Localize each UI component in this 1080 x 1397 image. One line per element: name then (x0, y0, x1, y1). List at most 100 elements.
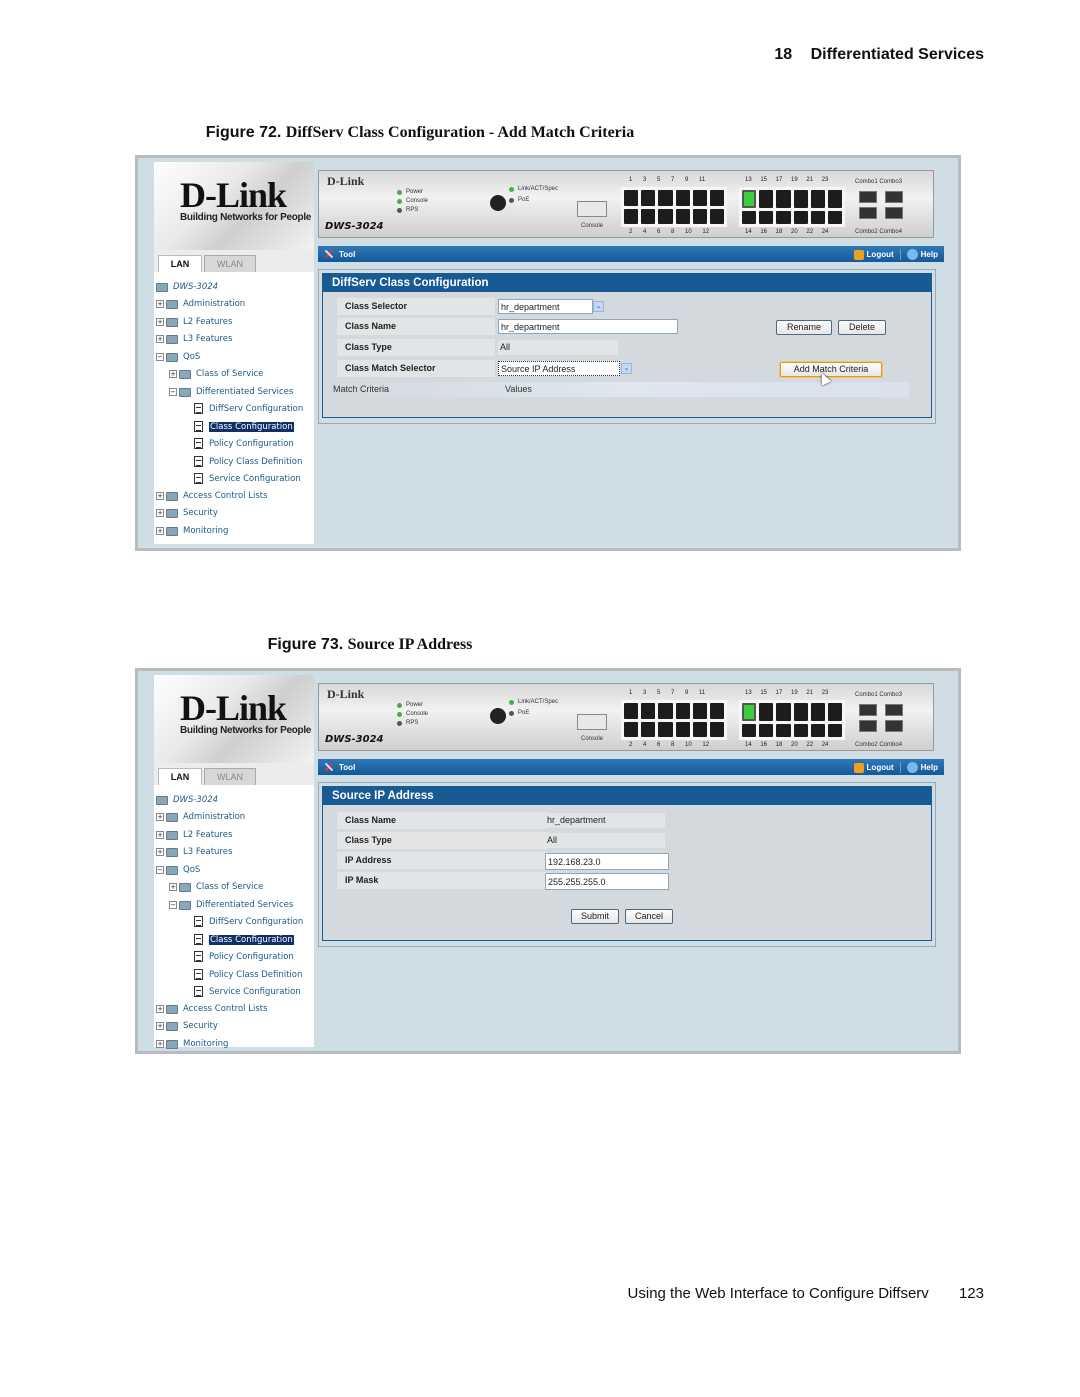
folder-icon (166, 508, 178, 518)
folder-icon (166, 847, 178, 857)
folder-icon (166, 299, 178, 309)
tree-item-differentiated-services[interactable]: − Differentiated Services (169, 900, 293, 910)
tree-item-security[interactable]: + Security (156, 1021, 218, 1031)
switch-front-panel: D-Link DWS-3024 Power Console RPS Link/A… (318, 170, 934, 238)
collapse-icon: − (169, 388, 177, 396)
submit-button[interactable]: Submit (571, 909, 619, 924)
tree-item-l2-features[interactable]: + L2 Features (156, 830, 232, 840)
page-icon (194, 934, 203, 945)
dlink-logo: D-Link Building Networks for People (154, 675, 314, 763)
tree-item-policy-class-definition[interactable]: Policy Class Definition (194, 969, 302, 980)
logout-icon (853, 762, 864, 773)
port-group-1-12 (621, 700, 727, 740)
tab-lan[interactable]: LAN (158, 255, 202, 272)
page-icon (194, 951, 203, 962)
tree-item-differentiated-services[interactable]: − Differentiated Services (169, 387, 293, 397)
folder-icon (166, 334, 178, 344)
ip-mask-input[interactable] (545, 873, 669, 890)
tree-item-access-control-lists[interactable]: + Access Control Lists (156, 1004, 268, 1014)
tree-item-monitoring[interactable]: + Monitoring (156, 526, 228, 536)
tree-item-access-control-lists[interactable]: + Access Control Lists (156, 491, 268, 501)
expand-icon: + (156, 1005, 164, 1013)
class-name-input[interactable] (498, 319, 678, 334)
tree-item-policy-configuration[interactable]: Policy Configuration (194, 438, 294, 449)
chevron-down-icon[interactable]: ⌄ (621, 363, 632, 374)
folder-open-icon (166, 352, 178, 362)
add-match-criteria-button[interactable]: Add Match Criteria (780, 362, 882, 377)
class-selector-dropdown[interactable]: hr_department (498, 299, 593, 314)
expand-icon: + (156, 300, 164, 308)
tree-item-diffserv-configuration[interactable]: DiffServ Configuration (194, 916, 303, 927)
port-group-1-12 (621, 187, 727, 227)
page-icon (194, 456, 203, 467)
collapse-icon: − (156, 866, 164, 874)
tree-item-diffserv-configuration[interactable]: DiffServ Configuration (194, 403, 303, 414)
tab-lan[interactable]: LAN (158, 768, 202, 785)
tree-item-monitoring[interactable]: + Monitoring (156, 1039, 228, 1049)
tree-item-security[interactable]: + Security (156, 508, 218, 518)
tree-item-qos[interactable]: − QoS (156, 352, 200, 362)
folder-icon (179, 369, 191, 379)
tool-menu[interactable]: Tool (324, 762, 355, 772)
figure-73-screenshot: D-Link Building Networks for People LAN … (135, 668, 961, 1054)
tree-item-service-configuration[interactable]: Service Configuration (194, 473, 301, 484)
console-port (577, 201, 607, 217)
tree-item-administration[interactable]: + Administration (156, 812, 245, 822)
logout-link[interactable]: Logout (853, 249, 894, 260)
tree-item-policy-class-definition[interactable]: Policy Class Definition (194, 456, 302, 467)
folder-open-icon (179, 900, 191, 910)
led-power: Power (397, 702, 423, 708)
expand-icon: + (156, 318, 164, 326)
expand-icon: + (156, 492, 164, 500)
help-link[interactable]: Help (906, 762, 938, 773)
delete-button[interactable]: Delete (838, 320, 886, 335)
tool-icon (324, 249, 334, 259)
dlink-logo: D-Link Building Networks for People (154, 162, 314, 250)
tree-item-class-configuration[interactable]: Class Configuration (194, 934, 294, 945)
tree-root[interactable]: DWS-3024 (156, 282, 218, 292)
tree-item-class-of-service[interactable]: + Class of Service (169, 882, 263, 892)
cancel-button[interactable]: Cancel (625, 909, 673, 924)
tool-menu[interactable]: Tool (324, 249, 355, 259)
folder-icon (166, 1039, 178, 1049)
tree-item-qos[interactable]: − QoS (156, 865, 200, 875)
chapter-number: 18 (774, 46, 793, 63)
led-poe: PoE (509, 710, 529, 716)
folder-icon (166, 1021, 178, 1031)
tree-item-policy-configuration[interactable]: Policy Configuration (194, 951, 294, 962)
class-type-value: All (545, 833, 665, 848)
tree-item-l3-features[interactable]: + L3 Features (156, 334, 232, 344)
chapter-title: Differentiated Services (810, 46, 984, 63)
reset-knob (490, 195, 506, 211)
page-icon (194, 969, 203, 980)
switch-front-panel: D-Link DWS-3024 Power Console RPS Link/A… (318, 683, 934, 751)
chevron-down-icon[interactable]: ⌄ (593, 301, 604, 312)
page-footer: Using the Web Interface to Configure Dif… (628, 1285, 984, 1302)
ip-address-input[interactable] (545, 853, 669, 870)
tree-item-administration[interactable]: + Administration (156, 299, 245, 309)
expand-icon: + (169, 370, 177, 378)
logout-link[interactable]: Logout (853, 762, 894, 773)
tree-item-class-configuration[interactable]: Class Configuration (194, 421, 294, 432)
rename-button[interactable]: Rename (776, 320, 832, 335)
led-rps: RPS (397, 207, 418, 213)
folder-icon (156, 795, 168, 805)
tab-bar: LAN WLAN (154, 250, 314, 272)
expand-icon: + (156, 527, 164, 535)
panel-title: DiffServ Class Configuration (323, 274, 931, 292)
led-power: Power (397, 189, 423, 195)
tree-root[interactable]: DWS-3024 (156, 795, 218, 805)
tree-item-l3-features[interactable]: + L3 Features (156, 847, 232, 857)
tree-item-l2-features[interactable]: + L2 Features (156, 317, 232, 327)
class-match-selector-dropdown[interactable]: Source IP Address (498, 361, 620, 376)
tab-wlan[interactable]: WLAN (204, 768, 256, 785)
folder-icon (166, 812, 178, 822)
tree-item-service-configuration[interactable]: Service Configuration (194, 986, 301, 997)
tab-wlan[interactable]: WLAN (204, 255, 256, 272)
tree-item-class-of-service[interactable]: + Class of Service (169, 369, 263, 379)
expand-icon: + (156, 1040, 164, 1048)
help-icon (906, 249, 918, 260)
help-link[interactable]: Help (906, 249, 938, 260)
led-link: Link/ACT/Spec (509, 186, 558, 192)
class-type-value: All (498, 340, 618, 355)
